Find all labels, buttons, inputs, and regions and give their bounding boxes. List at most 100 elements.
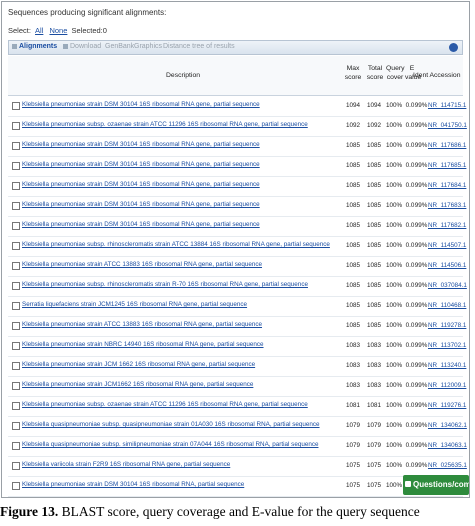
row-description-link[interactable]: Klebsiella pneumoniae strain DSM 30104 1… — [22, 141, 260, 148]
row-description-link[interactable]: Klebsiella quasipneumoniae subsp. quasip… — [22, 421, 320, 428]
row-query-cover: 100% — [385, 422, 403, 429]
row-description-link[interactable]: Klebsiella pneumoniae strain DSM 30104 1… — [22, 101, 260, 108]
row-total-score: 1085 — [366, 262, 381, 269]
genbank-link[interactable]: GenBank — [105, 43, 134, 50]
row-description-link[interactable]: Klebsiella pneumoniae strain DSM 30104 1… — [22, 161, 260, 168]
graphics-link[interactable]: Graphics — [134, 43, 162, 50]
table-header: Description Max score Total score Query cov… — [8, 56, 463, 96]
row-ident: 99% — [414, 202, 428, 209]
table-row: Klebsiella pneumoniae subsp. rhinosclero… — [8, 236, 466, 257]
row-accession-link[interactable]: NR_025635.1 — [428, 462, 467, 469]
row-max-score: 1085 — [345, 182, 360, 189]
row-checkbox[interactable] — [12, 302, 20, 310]
row-max-score: 1085 — [345, 242, 360, 249]
row-checkbox[interactable] — [12, 482, 20, 490]
col-description[interactable]: Description — [108, 71, 258, 80]
row-total-score: 1092 — [366, 122, 381, 129]
row-checkbox[interactable] — [12, 362, 20, 370]
row-checkbox[interactable] — [12, 382, 20, 390]
row-description-link[interactable]: Klebsiella pneumoniae strain ATCC 13883 … — [22, 261, 262, 268]
row-checkbox[interactable] — [12, 222, 20, 230]
row-checkbox[interactable] — [12, 422, 20, 430]
table-row: Serratia liquefaciens strain JCM1245 16S… — [8, 296, 466, 317]
row-accession-link[interactable]: NR_114715.1 — [428, 102, 466, 109]
row-accession-link[interactable]: NR_134062.1 — [428, 422, 467, 429]
row-accession-link[interactable]: NR_117683.1 — [428, 202, 466, 209]
row-checkbox[interactable] — [12, 442, 20, 450]
select-all-link[interactable]: All — [35, 26, 43, 35]
row-description-link[interactable]: Klebsiella pneumoniae strain DSM 30104 1… — [22, 221, 260, 228]
row-accession-link[interactable]: NR_112009.1 — [428, 382, 466, 389]
table-row: Klebsiella pneumoniae strain ATCC 13883 … — [8, 256, 466, 277]
row-accession-link[interactable]: NR_117682.1 — [428, 222, 466, 229]
row-description-link[interactable]: Klebsiella pneumoniae strain DSM 30104 1… — [22, 201, 260, 208]
row-checkbox[interactable] — [12, 162, 20, 170]
row-accession-link[interactable]: NR_134063.1 — [428, 442, 467, 449]
section-title: Sequences producing significant alignmen… — [8, 8, 167, 17]
row-accession-link[interactable]: NR_041750.1 — [428, 122, 467, 129]
row-ident: 99% — [414, 302, 428, 309]
row-description-link[interactable]: Klebsiella pneumoniae subsp. rhinosclero… — [22, 281, 308, 288]
row-max-score: 1085 — [345, 202, 360, 209]
row-total-score: 1083 — [366, 342, 381, 349]
download-button[interactable]: Download — [63, 43, 101, 50]
row-checkbox[interactable] — [12, 202, 20, 210]
row-query-cover: 100% — [385, 322, 403, 329]
row-accession-link[interactable]: NR_113702.1 — [428, 342, 466, 349]
row-total-score: 1085 — [366, 222, 381, 229]
row-accession-link[interactable]: NR_119278.1 — [428, 322, 466, 329]
row-max-score: 1083 — [345, 362, 360, 369]
row-checkbox[interactable] — [12, 182, 20, 190]
row-description-link[interactable]: Klebsiella pneumoniae subsp. ozaenae str… — [22, 121, 308, 128]
distance-tree-link[interactable]: Distance tree of results — [163, 43, 235, 50]
table-row: Klebsiella pneumoniae strain JCM1662 16S… — [8, 376, 466, 397]
col-total-score[interactable]: Total score — [366, 64, 384, 82]
row-accession-link[interactable]: NR_114507.1 — [428, 242, 466, 249]
row-accession-link[interactable]: NR_110468.1 — [428, 302, 466, 309]
questions-comments-button[interactable]: Questions/comm — [403, 475, 469, 495]
row-max-score: 1085 — [345, 322, 360, 329]
row-description-link[interactable]: Klebsiella pneumoniae strain JCM 1662 16… — [22, 361, 255, 368]
row-description-link[interactable]: Klebsiella quasipneumoniae subsp. simili… — [22, 441, 318, 448]
row-total-score: 1085 — [366, 142, 381, 149]
row-accession-link[interactable]: NR_119276.1 — [428, 402, 466, 409]
row-checkbox[interactable] — [12, 462, 20, 470]
row-checkbox[interactable] — [12, 282, 20, 290]
row-checkbox[interactable] — [12, 102, 20, 110]
row-accession-link[interactable]: NR_114506.1 — [428, 262, 466, 269]
row-description-link[interactable]: Klebsiella pneumoniae strain DSM 30104 1… — [22, 481, 244, 488]
row-checkbox[interactable] — [12, 242, 20, 250]
row-description-link[interactable]: Klebsiella variicola strain F2R9 16S rib… — [22, 461, 230, 468]
row-accession-link[interactable]: NR_117684.1 — [428, 182, 466, 189]
row-description-link[interactable]: Klebsiella pneumoniae subsp. rhinosclero… — [22, 241, 330, 248]
row-description-link[interactable]: Serratia liquefaciens strain JCM1245 16S… — [22, 301, 247, 308]
row-accession-link[interactable]: NR_117685.1 — [428, 162, 466, 169]
col-max-score[interactable]: Max score — [344, 64, 362, 82]
row-description-link[interactable]: Klebsiella pneumoniae strain DSM 30104 1… — [22, 181, 260, 188]
figure-caption: Figure 13. BLAST score, query coverage a… — [0, 504, 420, 520]
col-query-cover[interactable]: Query cover — [386, 64, 405, 82]
row-total-score: 1085 — [366, 322, 381, 329]
row-checkbox[interactable] — [12, 322, 20, 330]
gear-icon[interactable] — [449, 43, 458, 52]
alignments-icon — [12, 43, 17, 49]
row-accession-link[interactable]: NR_117686.1 — [428, 142, 466, 149]
row-max-score: 1085 — [345, 282, 360, 289]
row-checkbox[interactable] — [12, 122, 20, 130]
row-description-link[interactable]: Klebsiella pneumoniae strain NBRC 14940 … — [22, 341, 264, 348]
row-query-cover: 100% — [385, 402, 403, 409]
row-checkbox[interactable] — [12, 402, 20, 410]
col-accession[interactable]: Accession — [429, 71, 461, 80]
alignments-button[interactable]: Alignments — [12, 43, 57, 50]
row-query-cover: 100% — [385, 222, 403, 229]
row-checkbox[interactable] — [12, 142, 20, 150]
row-description-link[interactable]: Klebsiella pneumoniae subsp. ozaenae str… — [22, 401, 308, 408]
select-none-link[interactable]: None — [49, 26, 67, 35]
row-accession-link[interactable]: NR_037084.1 — [428, 282, 467, 289]
row-checkbox[interactable] — [12, 262, 20, 270]
row-accession-link[interactable]: NR_113240.1 — [428, 362, 466, 369]
row-checkbox[interactable] — [12, 342, 20, 350]
row-description-link[interactable]: Klebsiella pneumoniae strain JCM1662 16S… — [22, 381, 253, 388]
col-ident[interactable]: Ident — [413, 71, 428, 80]
row-description-link[interactable]: Klebsiella pneumoniae strain ATCC 13883 … — [22, 321, 262, 328]
